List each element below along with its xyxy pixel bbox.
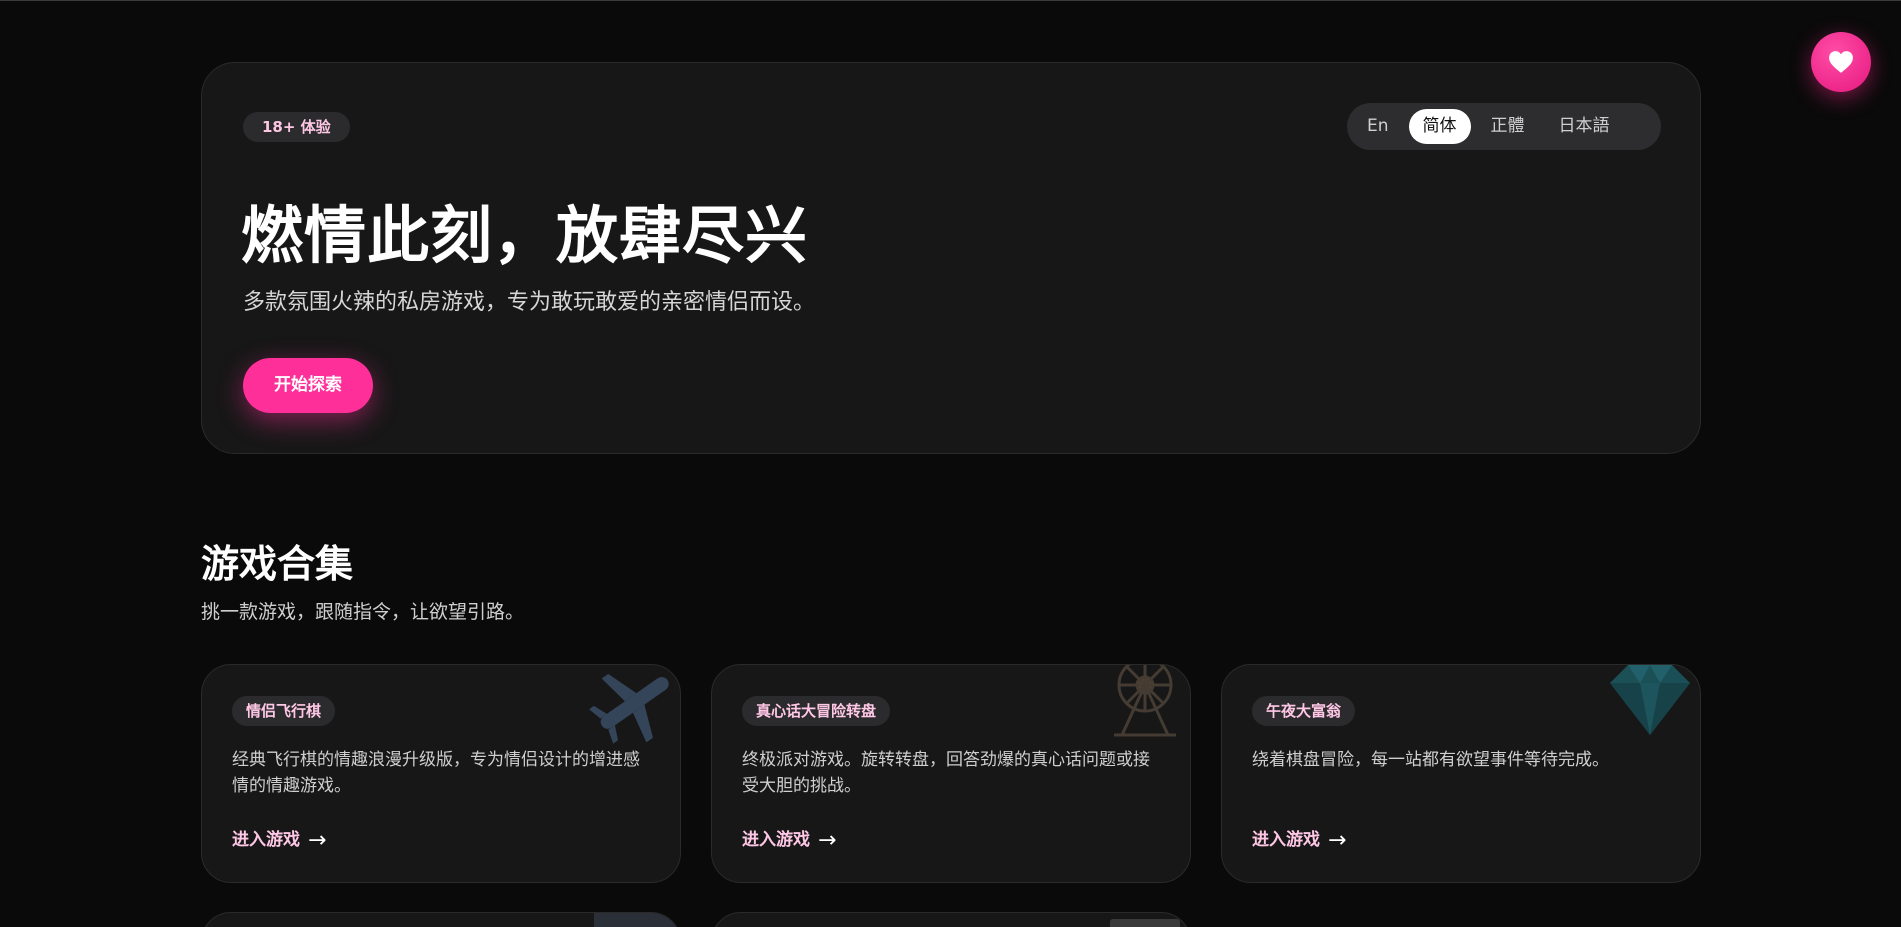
- game-card-partial[interactable]: [711, 912, 1191, 927]
- enter-game-link[interactable]: 进入游戏 →: [742, 825, 836, 853]
- game-badge: 真心话大冒险转盘: [742, 696, 891, 726]
- section-subtitle: 挑一款游戏，跟随指令，让欲望引路。: [201, 601, 525, 623]
- game-card-partial[interactable]: [201, 912, 681, 927]
- game-description: 经典飞行棋的情趣浪漫升级版，专为情侣设计的增进感情的情趣游戏。: [232, 750, 640, 796]
- enter-game-label: 进入游戏: [1252, 830, 1320, 850]
- arrow-right-icon: →: [308, 828, 327, 853]
- game-badge: 午夜大富翁: [1252, 696, 1356, 726]
- game-card-flight-chess[interactable]: 情侣飞行棋 经典飞行棋的情趣浪漫升级版，专为情侣设计的增进感情的情趣游戏。 进入…: [201, 664, 681, 883]
- favorite-button[interactable]: [1811, 32, 1871, 92]
- language-switcher: En 简体 正體 日本語: [1347, 103, 1661, 150]
- airplane-icon: [589, 673, 669, 744]
- lang-traditional-button[interactable]: 正體: [1477, 109, 1539, 144]
- ferris-wheel-icon: [1114, 665, 1176, 737]
- hero-title: 燃情此刻，放肆尽兴: [241, 199, 809, 272]
- hero-subtitle: 多款氛围火辣的私房游戏，专为敢玩敢爱的亲密情侣而设。: [243, 290, 816, 315]
- hero-card: 18+ 体验 En 简体 正體 日本語 燃情此刻，放肆尽兴 多款氛围火辣的私房游…: [201, 62, 1701, 454]
- section-title: 游戏合集: [201, 542, 354, 586]
- card-art-partial: [594, 913, 680, 927]
- arrow-right-icon: →: [818, 828, 837, 853]
- game-description: 终极派对游戏。旋转转盘，回答劲爆的真心话问题或接受大胆的挑战。: [742, 750, 1150, 796]
- game-badge: 情侣飞行棋: [232, 696, 336, 726]
- game-description: 绕着棋盘冒险，每一站都有欲望事件等待完成。: [1252, 750, 1609, 770]
- enter-game-label: 进入游戏: [742, 830, 810, 850]
- game-card-midnight-monopoly[interactable]: 午夜大富翁 绕着棋盘冒险，每一站都有欲望事件等待完成。 进入游戏 →: [1221, 664, 1701, 883]
- card-art-partial: [1110, 919, 1180, 927]
- lang-japanese-button[interactable]: 日本語: [1545, 109, 1624, 144]
- lang-en-button[interactable]: En: [1353, 109, 1403, 144]
- game-card-truth-or-dare[interactable]: 真心话大冒险转盘 终极派对游戏。旋转转盘，回答劲爆的真心话问题或接受大胆的挑战。…: [711, 664, 1191, 883]
- age-badge: 18+ 体验: [243, 112, 350, 142]
- enter-game-link[interactable]: 进入游戏 →: [232, 825, 326, 853]
- arrow-right-icon: →: [1328, 828, 1347, 853]
- heart-icon: [1829, 51, 1853, 73]
- enter-game-label: 进入游戏: [232, 830, 300, 850]
- enter-game-link[interactable]: 进入游戏 →: [1252, 825, 1346, 853]
- gem-icon: [1610, 665, 1690, 735]
- start-explore-button[interactable]: 开始探索: [243, 358, 373, 413]
- lang-simplified-button[interactable]: 简体: [1408, 109, 1471, 144]
